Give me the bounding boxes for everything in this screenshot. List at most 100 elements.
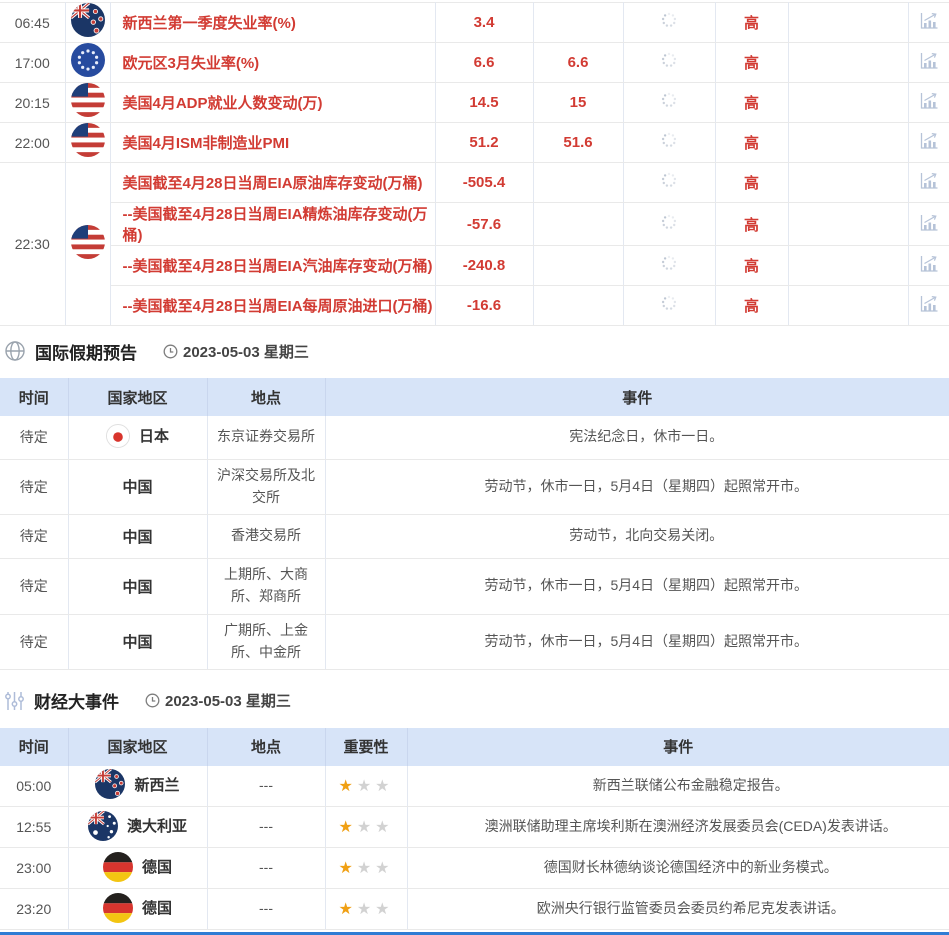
econ-importance: 高 (715, 246, 788, 286)
econ-chart-cell (908, 123, 949, 163)
event-country: 澳大利亚 (68, 807, 207, 848)
econ-importance: 高 (715, 123, 788, 163)
econ-country (65, 163, 110, 326)
econ-table-body: 06:45新西兰第一季度失业率(%)3.4高17:00欧元区3月失业率(%)6.… (0, 3, 949, 326)
econ-event-name: --美国截至4月28日当周EIA汽油库存变动(万桶) (110, 246, 435, 286)
country-label: 中国 (122, 631, 152, 652)
holiday-row: 待定中国香港交易所劳动节，北向交易关闭。 (0, 514, 949, 558)
event-location: --- (207, 889, 325, 930)
loading-spinner-icon (660, 213, 678, 231)
star-icon: ★ (375, 819, 393, 836)
econ-chart-cell (908, 83, 949, 123)
event-country: 德国 (68, 889, 207, 930)
flag-icon-us (71, 83, 105, 117)
star-icon: ★ (357, 778, 375, 795)
importance-stars-icon: ★★★ (338, 819, 393, 836)
events-header-1: 时间 (0, 728, 68, 766)
star-icon: ★ (357, 901, 375, 918)
econ-forecast-value (533, 286, 623, 326)
econ-event-name: 美国4月ADP就业人数变动(万) (110, 83, 435, 123)
holiday-event-text: 劳动节，北向交易关闭。 (325, 514, 949, 558)
holiday-location: 沪深交易所及北交所 (207, 459, 325, 514)
loading-spinner-icon (660, 171, 678, 189)
event-location: --- (207, 807, 325, 848)
star-icon: ★ (357, 860, 375, 877)
chart-icon[interactable] (916, 169, 942, 193)
flag-icon-us (71, 123, 105, 157)
holiday-header-3: 地点 (207, 378, 325, 416)
events-table: 时间国家地区地点重要性事件 05:00新西兰---★★★新西兰联储公布金融稳定报… (0, 728, 949, 931)
holiday-event-text: 劳动节，休市一日，5月4日（星期四）起照常开市。 (325, 614, 949, 669)
econ-row: 17:00欧元区3月失业率(%)6.66.6高 (0, 43, 949, 83)
econ-event-name: 美国截至4月28日当周EIA原油库存变动(万桶) (110, 163, 435, 203)
chart-icon[interactable] (916, 211, 942, 235)
econ-forecast-value (533, 203, 623, 246)
country-label: 德国 (142, 897, 172, 918)
holiday-event-text: 劳动节，休市一日，5月4日（星期四）起照常开市。 (325, 459, 949, 514)
chart-icon[interactable] (916, 49, 942, 73)
holiday-table-body: 待定日本东京证券交易所宪法纪念日，休市一日。待定中国沪深交易所及北交所劳动节，休… (0, 416, 949, 669)
star-icon: ★ (338, 778, 356, 795)
chart-icon[interactable] (916, 89, 942, 113)
econ-forecast-value (533, 246, 623, 286)
events-date-text: 2023-05-03 星期三 (165, 690, 291, 711)
econ-row: 06:45新西兰第一季度失业率(%)3.4高 (0, 3, 949, 43)
econ-forecast-value: 6.6 (533, 43, 623, 83)
econ-time: 20:15 (0, 83, 65, 123)
econ-row: --美国截至4月28日当周EIA汽油库存变动(万桶)-240.8 高 (0, 246, 949, 286)
econ-event-name: --美国截至4月28日当周EIA每周原油进口(万桶) (110, 286, 435, 326)
chart-icon[interactable] (916, 292, 942, 316)
event-row: 23:00德国---★★★德国财长林德纳谈论德国经济中的新业务模式。 (0, 848, 949, 889)
flag-icon-germany (103, 893, 133, 923)
events-header-4: 重要性 (325, 728, 407, 766)
econ-effect (788, 163, 908, 203)
financial-calendar-page: { "colors": { "accent_red": "#d23b33", "… (0, 2, 949, 922)
econ-previous-value: 6.6 (435, 43, 533, 83)
chart-icon[interactable] (916, 252, 942, 276)
econ-importance: 高 (715, 163, 788, 203)
event-time: 12:55 (0, 807, 68, 848)
importance-stars-icon: ★★★ (338, 901, 393, 918)
events-table-body: 05:00新西兰---★★★新西兰联储公布金融稳定报告。12:55澳大利亚---… (0, 766, 949, 930)
econ-event-name: 欧元区3月失业率(%) (110, 43, 435, 83)
event-country: 德国 (68, 848, 207, 889)
econ-effect (788, 246, 908, 286)
econ-chart-cell (908, 3, 949, 43)
econ-published-value (623, 286, 715, 326)
econ-chart-cell (908, 246, 949, 286)
event-text: 德国财长林德纳谈论德国经济中的新业务模式。 (407, 848, 949, 889)
econ-previous-value: -240.8 (435, 246, 533, 286)
econ-event-name: --美国截至4月28日当周EIA精炼油库存变动(万桶) (110, 203, 435, 246)
chart-icon[interactable] (916, 9, 942, 33)
loading-spinner-icon (660, 254, 678, 272)
econ-previous-value: -57.6 (435, 203, 533, 246)
econ-effect (788, 286, 908, 326)
econ-importance: 高 (715, 203, 788, 246)
holiday-country: 中国 (68, 614, 207, 669)
country-label: 新西兰 (134, 774, 179, 795)
importance-stars-icon: ★★★ (338, 860, 393, 877)
econ-forecast-value (533, 163, 623, 203)
econ-importance: 高 (715, 286, 788, 326)
event-importance-stars: ★★★ (325, 807, 407, 848)
star-icon: ★ (375, 860, 393, 877)
flag-icon-new-zealand (71, 3, 105, 37)
econ-chart-cell (908, 286, 949, 326)
econ-time: 22:30 (0, 163, 65, 326)
econ-published-value (623, 203, 715, 246)
econ-importance: 高 (715, 43, 788, 83)
econ-effect (788, 83, 908, 123)
events-section-date: 2023-05-03 星期三 (145, 690, 291, 711)
chart-icon[interactable] (916, 129, 942, 153)
holiday-row: 待定日本东京证券交易所宪法纪念日，休市一日。 (0, 416, 949, 459)
econ-importance: 高 (715, 3, 788, 43)
holiday-section-title: 国际假期预告 (35, 339, 137, 364)
loading-spinner-icon (660, 91, 678, 109)
econ-country (65, 123, 110, 163)
econ-forecast-value: 15 (533, 83, 623, 123)
event-country: 新西兰 (68, 766, 207, 807)
econ-published-value (623, 3, 715, 43)
econ-country (65, 83, 110, 123)
holiday-time: 待定 (0, 558, 68, 614)
holiday-country: 中国 (68, 514, 207, 558)
